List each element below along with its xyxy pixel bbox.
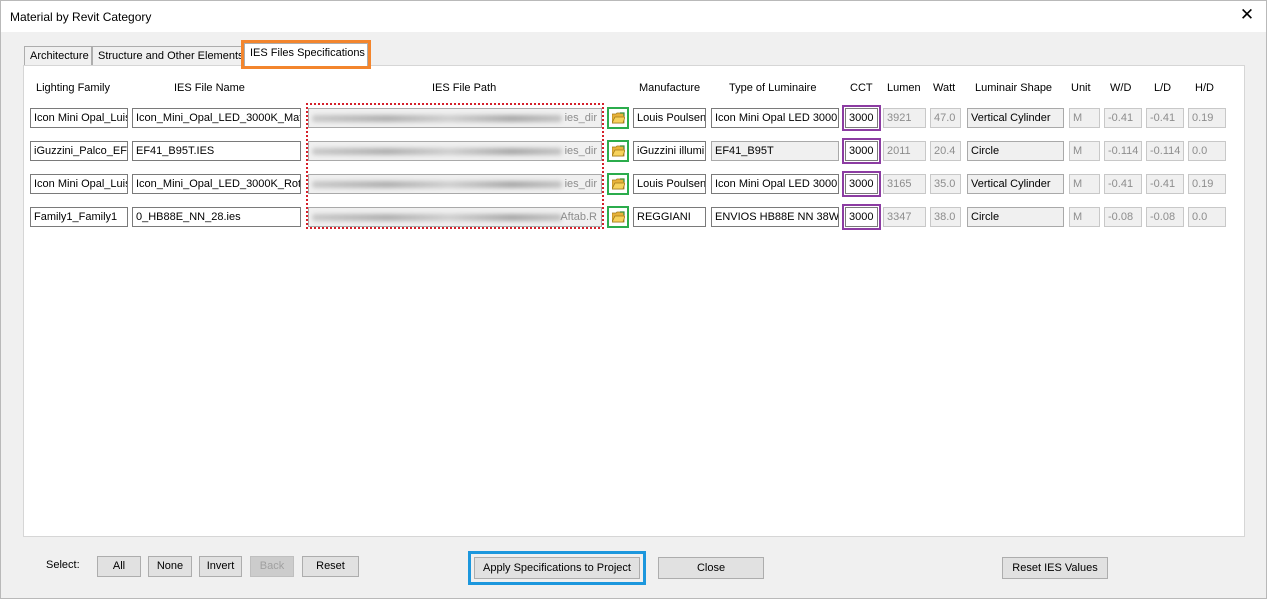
- close-icon[interactable]: ✕: [1238, 6, 1256, 24]
- browse-button[interactable]: [607, 140, 629, 162]
- wd-field: -0.114: [1104, 141, 1142, 161]
- watt-field: 20.4: [930, 141, 961, 161]
- header-luminair-shape: Luminair Shape: [975, 82, 1053, 94]
- lumen-field: 3165: [883, 174, 926, 194]
- manufacture-field[interactable]: Louis Poulsen: [633, 108, 706, 128]
- back-button: Back: [250, 556, 294, 577]
- header-unit: Unit: [1071, 82, 1091, 94]
- manufacture-field[interactable]: REGGIANI: [633, 207, 706, 227]
- lighting-family-field[interactable]: Icon Mini Opal_Luis: [30, 174, 128, 194]
- ies-file-name-field[interactable]: EF41_B95T.IES: [132, 141, 301, 161]
- type-of-luminaire-field[interactable]: EF41_B95T: [711, 141, 839, 161]
- header-ld: L/D: [1154, 82, 1172, 94]
- header-hd: H/D: [1195, 82, 1214, 94]
- manufacture-field[interactable]: iGuzzini illumin: [633, 141, 706, 161]
- browse-button[interactable]: [607, 206, 629, 228]
- unit-field: M: [1069, 108, 1100, 128]
- header-manufacture: Manufacture: [639, 82, 701, 94]
- watt-field: 47.0: [930, 108, 961, 128]
- lumen-field: 2011: [883, 141, 926, 161]
- ies-specifications-panel: [23, 65, 1245, 537]
- folder-open-icon: [612, 211, 625, 223]
- cct-field[interactable]: 3000: [842, 204, 881, 230]
- lighting-family-field[interactable]: iGuzzini_Palco_EF4: [30, 141, 128, 161]
- title-bar: Material by Revit Category ✕: [1, 1, 1266, 32]
- hd-field: 0.0: [1188, 207, 1226, 227]
- ld-field: -0.08: [1146, 207, 1184, 227]
- wd-field: -0.41: [1104, 108, 1142, 128]
- dialog-window: Material by Revit Category ✕ Architectur…: [0, 0, 1267, 599]
- lighting-family-field[interactable]: Icon Mini Opal_Luis: [30, 108, 128, 128]
- manufacture-field[interactable]: Louis Poulsen: [633, 174, 706, 194]
- type-of-luminaire-field[interactable]: Icon Mini Opal LED 3000K: [711, 108, 839, 128]
- tab-ies-files-specifications[interactable]: IES Files Specifications: [241, 40, 371, 69]
- cct-field[interactable]: 3000: [842, 105, 881, 131]
- path-redacted: [312, 115, 562, 122]
- tab-structure-other[interactable]: Structure and Other Elements: [92, 46, 244, 66]
- ld-field: -0.41: [1146, 108, 1184, 128]
- header-ies-file-path: IES File Path: [432, 82, 497, 94]
- ies-file-path-field[interactable]: ies_dir: [308, 141, 602, 161]
- hd-field: 0.0: [1188, 141, 1226, 161]
- folder-open-icon: [612, 112, 625, 124]
- reset-button[interactable]: Reset: [302, 556, 359, 577]
- header-cct: CCT: [850, 82, 873, 94]
- folder-open-icon: [612, 178, 625, 190]
- path-redacted: [312, 181, 562, 188]
- cct-field[interactable]: 3000: [842, 171, 881, 197]
- luminair-shape-field[interactable]: Vertical Cylinder: [967, 174, 1064, 194]
- reset-ies-values-button[interactable]: Reset IES Values: [1002, 557, 1108, 579]
- ies-file-path-field[interactable]: ies_dir: [308, 174, 602, 194]
- ies-file-name-field[interactable]: 0_HB88E_NN_28.ies: [132, 207, 301, 227]
- hd-field: 0.19: [1188, 174, 1226, 194]
- watt-field: 35.0: [930, 174, 961, 194]
- folder-open-icon: [612, 145, 625, 157]
- browse-button[interactable]: [607, 107, 629, 129]
- ies-file-name-field[interactable]: Icon_Mini_Opal_LED_3000K_Matt: [132, 108, 301, 128]
- hd-field: 0.19: [1188, 108, 1226, 128]
- path-redacted: [312, 148, 562, 155]
- select-label: Select:: [46, 559, 80, 571]
- cct-field[interactable]: 3000: [842, 138, 881, 164]
- lighting-family-field[interactable]: Family1_Family1: [30, 207, 128, 227]
- path-tail: ies_dir: [564, 112, 597, 124]
- path-tail: Aftab.R: [560, 211, 597, 223]
- wd-field: -0.41: [1104, 174, 1142, 194]
- unit-field: M: [1069, 207, 1100, 227]
- select-none-button[interactable]: None: [148, 556, 192, 577]
- tab-architecture[interactable]: Architecture: [24, 46, 92, 66]
- ld-field: -0.114: [1146, 141, 1184, 161]
- select-all-button[interactable]: All: [97, 556, 141, 577]
- invert-button[interactable]: Invert: [199, 556, 242, 577]
- type-of-luminaire-field[interactable]: ENVIOS HB88E NN 38W: [711, 207, 839, 227]
- header-watt: Watt: [933, 82, 956, 94]
- ies-file-path-field[interactable]: ies_dir: [308, 108, 602, 128]
- path-redacted: [312, 214, 562, 221]
- wd-field: -0.08: [1104, 207, 1142, 227]
- unit-field: M: [1069, 141, 1100, 161]
- lumen-field: 3347: [883, 207, 926, 227]
- type-of-luminaire-field[interactable]: Icon Mini Opal LED 3000K: [711, 174, 839, 194]
- luminair-shape-field[interactable]: Circle: [967, 141, 1064, 161]
- header-wd: W/D: [1110, 82, 1132, 94]
- path-tail: ies_dir: [564, 178, 597, 190]
- close-button[interactable]: Close: [658, 557, 764, 579]
- apply-specifications-button[interactable]: Apply Specifications to Project: [468, 551, 646, 585]
- lumen-field: 3921: [883, 108, 926, 128]
- header-ies-file-name: IES File Name: [174, 82, 245, 94]
- ld-field: -0.41: [1146, 174, 1184, 194]
- luminair-shape-field[interactable]: Vertical Cylinder: [967, 108, 1064, 128]
- header-type-of-luminaire: Type of Luminaire: [729, 82, 817, 94]
- window-title: Material by Revit Category: [10, 10, 152, 24]
- path-tail: ies_dir: [564, 145, 597, 157]
- unit-field: M: [1069, 174, 1100, 194]
- ies-file-name-field[interactable]: Icon_Mini_Opal_LED_3000K_Rot_: [132, 174, 301, 194]
- luminair-shape-field[interactable]: Circle: [967, 207, 1064, 227]
- ies-file-path-field[interactable]: Aftab.R: [308, 207, 602, 227]
- browse-button[interactable]: [607, 173, 629, 195]
- header-lumen: Lumen: [887, 82, 921, 94]
- header-lighting-family: Lighting Family: [36, 82, 110, 94]
- watt-field: 38.0: [930, 207, 961, 227]
